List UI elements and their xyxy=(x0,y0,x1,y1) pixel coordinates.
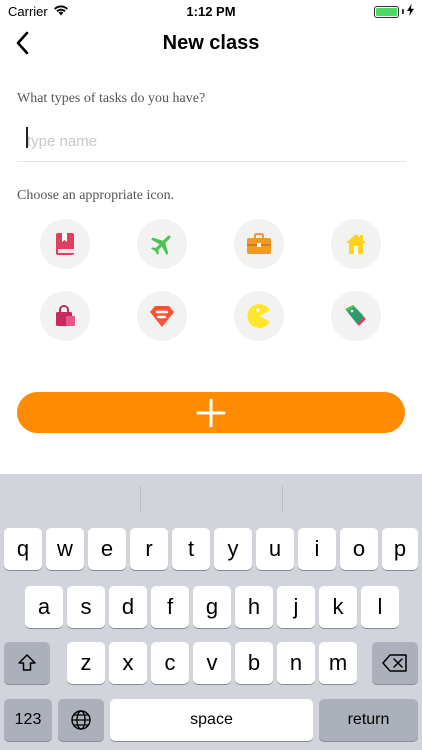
shift-key[interactable] xyxy=(4,642,50,684)
text-cursor xyxy=(26,127,28,148)
key-n[interactable]: n xyxy=(277,642,315,684)
airplane-icon xyxy=(151,235,171,255)
add-class-button[interactable] xyxy=(17,392,405,433)
battery-nub xyxy=(402,9,404,14)
icon-option-pacman[interactable] xyxy=(234,291,284,341)
key-w[interactable]: w xyxy=(46,528,84,570)
key-i[interactable]: i xyxy=(298,528,336,570)
key-h[interactable]: h xyxy=(235,586,273,628)
price-tags-icon xyxy=(345,305,366,326)
suggestion-divider xyxy=(282,486,283,512)
key-k[interactable]: k xyxy=(319,586,357,628)
key-p[interactable]: p xyxy=(382,528,418,570)
key-x[interactable]: x xyxy=(109,642,147,684)
class-name-input[interactable] xyxy=(17,122,406,162)
key-z[interactable]: z xyxy=(67,642,105,684)
icon-option-book[interactable] xyxy=(40,219,90,269)
navigation-bar: New class xyxy=(0,22,422,64)
key-s[interactable]: s xyxy=(67,586,105,628)
house-icon xyxy=(346,234,366,254)
status-time: 1:12 PM xyxy=(186,4,236,19)
icon-option-briefcase[interactable] xyxy=(234,219,284,269)
space-key[interactable]: space xyxy=(110,699,313,741)
globe-icon xyxy=(71,710,91,730)
key-r[interactable]: r xyxy=(130,528,168,570)
backspace-icon xyxy=(382,654,407,672)
icon-option-shopping-bag[interactable] xyxy=(40,291,90,341)
status-bar: Carrier 1:12 PM xyxy=(0,0,422,22)
key-l[interactable]: l xyxy=(361,586,399,628)
key-o[interactable]: o xyxy=(340,528,378,570)
key-t[interactable]: t xyxy=(172,528,210,570)
icon-option-house[interactable] xyxy=(331,219,381,269)
delete-key[interactable] xyxy=(372,642,418,684)
key-a[interactable]: a xyxy=(25,586,63,628)
page-title: New class xyxy=(162,32,260,54)
book-icon xyxy=(56,233,74,255)
key-v[interactable]: v xyxy=(193,642,231,684)
charging-bolt-icon xyxy=(407,4,414,19)
plus-icon xyxy=(196,398,226,427)
key-m[interactable]: m xyxy=(319,642,357,684)
key-u[interactable]: u xyxy=(256,528,294,570)
key-g[interactable]: g xyxy=(193,586,231,628)
shopping-bag-icon xyxy=(56,304,75,326)
key-d[interactable]: d xyxy=(109,586,147,628)
icon-grid xyxy=(40,219,382,341)
key-f[interactable]: f xyxy=(151,586,189,628)
keyboard: q w e r t y u i o p a s d f g h j k l z … xyxy=(0,474,422,750)
task-type-question: What types of tasks do you have? xyxy=(17,91,206,106)
return-key[interactable]: return xyxy=(319,699,418,741)
pacman-icon xyxy=(247,304,270,328)
key-b[interactable]: b xyxy=(235,642,273,684)
key-c[interactable]: c xyxy=(151,642,189,684)
status-right xyxy=(374,4,414,19)
suggestion-divider xyxy=(140,486,141,512)
globe-key[interactable] xyxy=(58,699,104,741)
keyboard-suggestion-bar xyxy=(0,474,422,516)
shift-arrow-icon xyxy=(18,654,36,671)
briefcase-icon xyxy=(247,233,271,254)
key-y[interactable]: y xyxy=(214,528,252,570)
icon-option-airplane[interactable] xyxy=(137,219,187,269)
key-q[interactable]: q xyxy=(4,528,42,570)
icon-prompt: Choose an appropriate icon. xyxy=(17,188,175,203)
key-j[interactable]: j xyxy=(277,586,315,628)
battery-icon xyxy=(374,5,399,18)
icon-option-gem[interactable] xyxy=(137,291,187,341)
key-e[interactable]: e xyxy=(88,528,126,570)
icon-option-price-tags[interactable] xyxy=(331,291,381,341)
gem-icon xyxy=(150,306,174,327)
numbers-key[interactable]: 123 xyxy=(4,699,52,741)
